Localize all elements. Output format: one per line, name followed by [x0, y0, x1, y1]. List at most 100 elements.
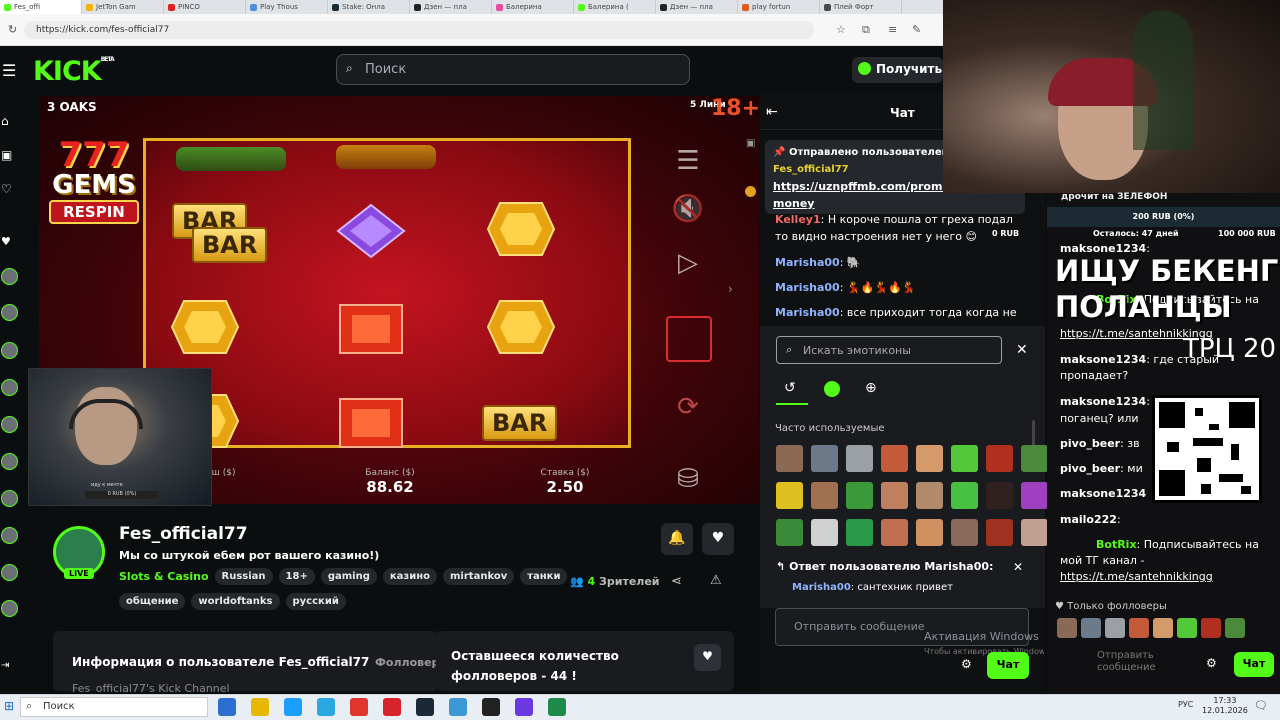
next-arrow-icon[interactable]: › — [728, 282, 733, 296]
browse-icon[interactable]: ▣ — [1, 148, 12, 162]
kick-logo[interactable]: KICKBETA — [33, 56, 115, 87]
followed-channel-avatar[interactable] — [1, 304, 18, 321]
follow-heart-button[interactable]: ♥ — [694, 644, 721, 671]
taskbar-app-icon[interactable] — [383, 698, 401, 716]
reload-icon[interactable]: ↻ — [8, 23, 17, 36]
theater-icon[interactable]: ▣ — [746, 138, 755, 149]
emote[interactable] — [951, 445, 978, 472]
followed-channel-avatar[interactable] — [1, 416, 18, 433]
start-icon[interactable]: ⊞ — [4, 699, 14, 713]
close-reply-icon[interactable]: ✕ — [1013, 560, 1023, 574]
emote[interactable] — [916, 519, 943, 546]
emote[interactable] — [776, 482, 803, 509]
taskbar-app-icon[interactable] — [515, 698, 533, 716]
pinned-link[interactable]: https://uznpffmb.com/promo — [773, 180, 950, 193]
search-input[interactable]: Поиск — [336, 54, 690, 85]
followed-channel-avatar[interactable] — [1, 490, 18, 507]
sound-off-icon[interactable]: 🔇 — [660, 194, 716, 224]
emote[interactable] — [916, 482, 943, 509]
tag[interactable]: общение — [119, 593, 186, 610]
extensions-icon[interactable]: ⧉ — [862, 23, 870, 37]
tag[interactable]: казино — [382, 568, 438, 585]
browser-tab[interactable]: play fortun — [738, 0, 820, 14]
followed-channel-avatar[interactable] — [1, 342, 18, 359]
emote-search-input[interactable]: Искать эмотиконы — [776, 336, 1002, 364]
emote[interactable] — [776, 519, 803, 546]
notifications-icon[interactable]: 🗨 — [1254, 699, 1268, 712]
followed-channel-avatar[interactable] — [1, 564, 18, 581]
browser-tab[interactable]: JetTon Gam — [82, 0, 164, 14]
emote[interactable] — [986, 445, 1013, 472]
home-icon[interactable]: ⌂ — [1, 114, 9, 128]
coin-icon[interactable] — [745, 186, 756, 197]
browser-tab[interactable]: PINCO — [164, 0, 246, 14]
autoplay-icon[interactable]: ▷ — [660, 248, 716, 278]
followed-channel-avatar[interactable] — [1, 379, 18, 396]
followed-channel-avatar[interactable] — [1, 453, 18, 470]
emote[interactable] — [881, 519, 908, 546]
follow-button[interactable]: ♥ — [702, 523, 734, 555]
reading-list-icon[interactable]: ≡ — [888, 23, 897, 36]
followed-channel-avatar[interactable] — [1, 268, 18, 285]
followed-channel-avatar[interactable] — [1, 600, 18, 617]
channel-name[interactable]: Fes_official77 — [119, 524, 248, 544]
emote[interactable] — [846, 445, 873, 472]
browser-tab[interactable]: Балерина ( — [574, 0, 656, 14]
spin-button[interactable] — [666, 316, 712, 362]
menu-icon[interactable]: ☰ — [2, 61, 16, 80]
bookmark-icon[interactable]: ☆ — [836, 23, 846, 36]
taskbar-app-icon[interactable] — [284, 698, 302, 716]
browser-tab[interactable]: Fes_offi — [0, 0, 82, 14]
coins-icon[interactable]: ⛁ — [660, 464, 716, 494]
collapse-sidebar-icon[interactable]: ⇥ — [1, 660, 9, 671]
browser-tab[interactable]: Балерина — [492, 0, 574, 14]
emote[interactable] — [986, 519, 1013, 546]
notifications-bell-button[interactable]: 🔔 — [661, 523, 693, 555]
taskbar-app-icon[interactable] — [548, 698, 566, 716]
taskbar-app-icon[interactable] — [482, 698, 500, 716]
category-link[interactable]: Slots & Casino — [119, 570, 209, 583]
tag[interactable]: mirtankov — [443, 568, 515, 585]
tag[interactable]: gaming — [320, 568, 377, 585]
pinned-user[interactable]: Fes_official77 — [773, 164, 849, 175]
taskbar-app-icon[interactable] — [350, 698, 368, 716]
kick-emotes-tab-icon[interactable] — [824, 381, 840, 397]
emote[interactable] — [811, 445, 838, 472]
emote[interactable] — [881, 445, 908, 472]
taskbar-app-icon[interactable] — [317, 698, 335, 716]
tag[interactable]: Russian — [214, 568, 273, 585]
taskbar-search[interactable]: Поиск — [20, 697, 208, 717]
emote[interactable] — [811, 482, 838, 509]
tag[interactable]: worldoftanks — [191, 593, 280, 610]
taskbar-app-icon[interactable] — [251, 698, 269, 716]
emote[interactable] — [776, 445, 803, 472]
emote[interactable] — [1021, 519, 1048, 546]
address-bar[interactable]: https://kick.com/fes-official77 — [24, 21, 814, 39]
recent-emotes-tab-icon[interactable]: ↺ — [784, 380, 796, 396]
emote[interactable] — [811, 519, 838, 546]
respin-icon[interactable]: ⟳ — [660, 392, 716, 422]
chat-settings-icon[interactable]: ⚙ — [961, 657, 972, 671]
emote[interactable] — [1021, 482, 1048, 509]
report-icon[interactable]: ⚠ — [710, 573, 722, 588]
taskbar-app-icon[interactable] — [416, 698, 434, 716]
tag[interactable]: танки — [520, 568, 568, 585]
emote[interactable] — [846, 482, 873, 509]
close-icon[interactable]: ✕ — [1016, 342, 1028, 358]
browser-tab[interactable]: Дзен — пла — [410, 0, 492, 14]
taskbar-app-icon[interactable] — [449, 698, 467, 716]
send-chat-button[interactable]: Чат — [987, 652, 1029, 679]
browser-tab[interactable]: Play Thous — [246, 0, 328, 14]
emote[interactable] — [1021, 445, 1048, 472]
tag[interactable]: русский — [285, 593, 346, 610]
system-clock[interactable]: 17:33 12.01.2026 — [1202, 696, 1248, 716]
browser-tab[interactable]: Плей Форт — [820, 0, 902, 14]
emote[interactable] — [986, 482, 1013, 509]
pin-icon[interactable]: ✎ — [912, 23, 921, 36]
browser-tab[interactable]: Stake: Онла — [328, 0, 410, 14]
emote[interactable] — [916, 445, 943, 472]
emote[interactable] — [951, 482, 978, 509]
global-emotes-tab-icon[interactable]: ⊕ — [865, 380, 877, 396]
language-indicator[interactable]: РУС — [1178, 700, 1193, 709]
pinned-link-cont[interactable]: money — [773, 197, 814, 210]
